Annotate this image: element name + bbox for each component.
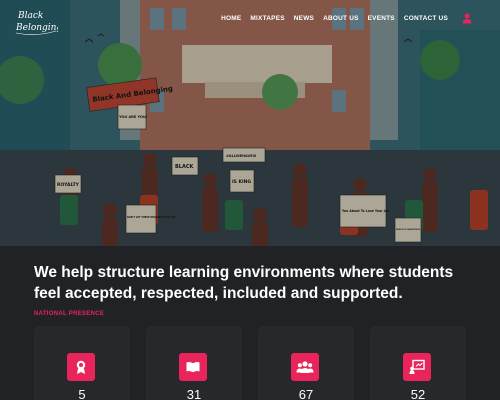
nav-events[interactable]: EVENTS [368,15,395,22]
mission-headline: We help structure learning environments … [34,264,454,302]
book-icon [179,353,207,381]
stat-value: 5 [78,387,86,400]
nav-contact-us[interactable]: CONTACT US [404,15,448,22]
award-icon [67,353,95,381]
nav-news[interactable]: NEWS [294,15,314,22]
hero-banner: Black And Belonging YOU ARE YOU! ROYALTY… [0,0,500,246]
stat-card: 52 [370,326,466,400]
site-logo[interactable]: Black Belonging [14,6,62,36]
nav-home[interactable]: HOME [221,15,241,22]
stats-cards: 5 31 67 52 [34,326,466,400]
stat-card: 5 [34,326,130,400]
group-icon [291,353,319,381]
stat-value: 67 [298,387,314,400]
nav-about-us[interactable]: ABOUT US [323,15,359,22]
nav-mixtapes[interactable]: MIXTAPES [250,15,284,22]
logo-mark: Black Belonging [15,11,62,35]
stat-value: 31 [186,387,202,400]
top-navigation: Black Belonging HOME MIXTAPES NEWS ABOUT… [0,0,500,40]
stat-value: 52 [410,387,426,400]
teacher-icon [403,353,431,381]
nav-links: HOME MIXTAPES NEWS ABOUT US EVENTS CONTA… [221,15,448,22]
mission-section: We help structure learning environments … [0,246,500,400]
user-icon[interactable] [461,12,473,24]
stat-card: 31 [146,326,242,400]
svg-text:Black: Black [17,11,43,21]
national-presence-label: NATIONAL PRESENCE [34,311,105,317]
stat-card: 67 [258,326,354,400]
svg-text:Belonging: Belonging [15,23,58,33]
